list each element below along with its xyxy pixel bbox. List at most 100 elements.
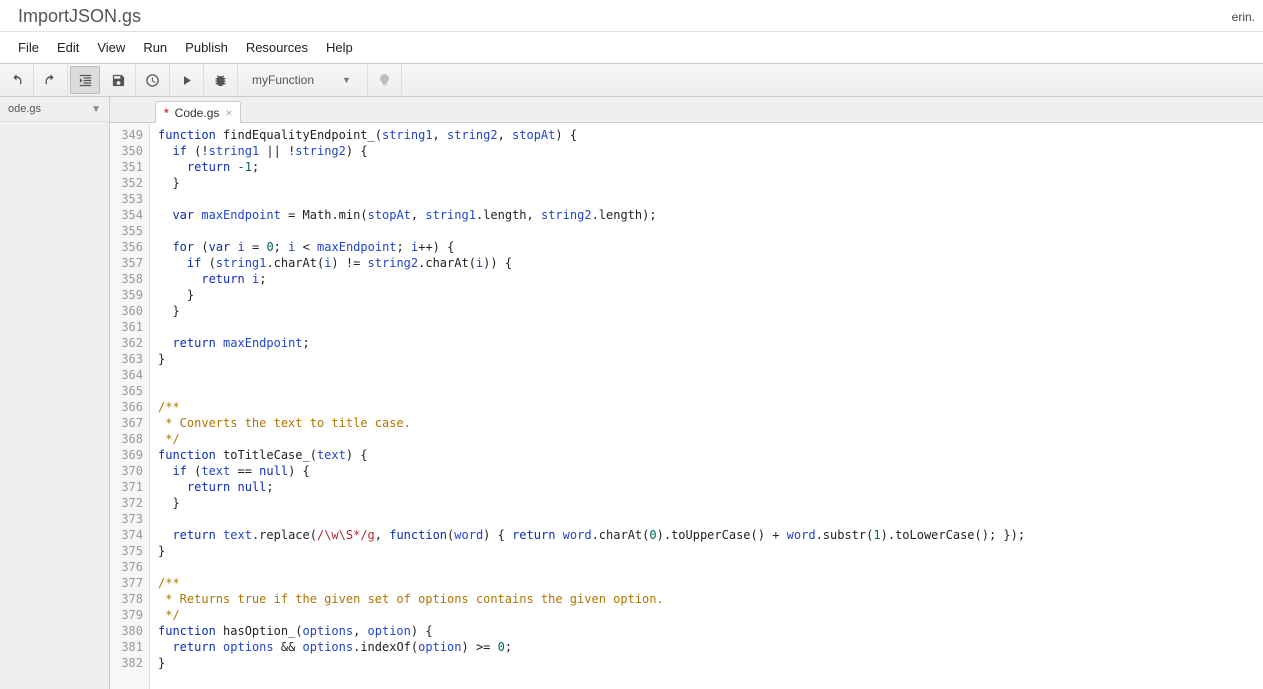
line-number: 381 <box>110 639 143 655</box>
clock-icon <box>145 73 160 88</box>
function-select-label: myFunction <box>252 73 314 87</box>
tab-label: Code.gs <box>175 106 220 120</box>
code-line[interactable]: } <box>158 351 1263 367</box>
save-button[interactable] <box>102 64 136 96</box>
code-line[interactable] <box>158 559 1263 575</box>
line-number: 366 <box>110 399 143 415</box>
code-line[interactable]: if (text == null) { <box>158 463 1263 479</box>
line-number: 349 <box>110 127 143 143</box>
triggers-button[interactable] <box>136 64 170 96</box>
menu-run[interactable]: Run <box>143 40 167 55</box>
toolbar: myFunction ▼ <box>0 63 1263 97</box>
code-line[interactable]: */ <box>158 431 1263 447</box>
run-button[interactable] <box>170 64 204 96</box>
redo-button[interactable] <box>34 64 68 96</box>
code-line[interactable]: if (string1.charAt(i) != string2.charAt(… <box>158 255 1263 271</box>
line-number: 372 <box>110 495 143 511</box>
line-number: 375 <box>110 543 143 559</box>
project-title: ImportJSON.gs <box>18 6 141 27</box>
line-number: 370 <box>110 463 143 479</box>
indent-button[interactable] <box>70 66 100 94</box>
line-number: 376 <box>110 559 143 575</box>
code-line[interactable] <box>158 319 1263 335</box>
undo-icon <box>9 73 24 88</box>
line-number: 357 <box>110 255 143 271</box>
code-line[interactable]: /** <box>158 575 1263 591</box>
line-number: 373 <box>110 511 143 527</box>
code-line[interactable]: } <box>158 655 1263 671</box>
line-number: 352 <box>110 175 143 191</box>
line-number: 361 <box>110 319 143 335</box>
code-line[interactable] <box>158 191 1263 207</box>
function-select[interactable]: myFunction ▼ <box>238 64 368 96</box>
line-number: 367 <box>110 415 143 431</box>
code-line[interactable]: return i; <box>158 271 1263 287</box>
code-line[interactable]: var maxEndpoint = Math.min(stopAt, strin… <box>158 207 1263 223</box>
line-number: 350 <box>110 143 143 159</box>
code-line[interactable] <box>158 367 1263 383</box>
close-icon[interactable]: × <box>225 106 232 120</box>
code-line[interactable]: } <box>158 495 1263 511</box>
line-number: 377 <box>110 575 143 591</box>
code-line[interactable]: */ <box>158 607 1263 623</box>
line-number: 364 <box>110 367 143 383</box>
menu-publish[interactable]: Publish <box>185 40 228 55</box>
menu-view[interactable]: View <box>97 40 125 55</box>
line-number: 363 <box>110 351 143 367</box>
code-line[interactable] <box>158 511 1263 527</box>
line-number: 365 <box>110 383 143 399</box>
code-line[interactable]: return maxEndpoint; <box>158 335 1263 351</box>
chevron-down-icon: ▼ <box>91 104 101 115</box>
code-line[interactable] <box>158 383 1263 399</box>
code-line[interactable]: } <box>158 543 1263 559</box>
code-editor[interactable]: 3493503513523533543553563573583593603613… <box>110 123 1263 689</box>
line-number: 351 <box>110 159 143 175</box>
menu-resources[interactable]: Resources <box>246 40 308 55</box>
undo-button[interactable] <box>0 64 34 96</box>
code-line[interactable]: /** <box>158 399 1263 415</box>
play-icon <box>179 73 194 88</box>
bug-icon <box>213 73 228 88</box>
code-line[interactable]: return options && options.indexOf(option… <box>158 639 1263 655</box>
user-label: erin. <box>1232 10 1255 24</box>
tips-button[interactable] <box>368 64 402 96</box>
line-number: 382 <box>110 655 143 671</box>
line-number: 359 <box>110 287 143 303</box>
line-number: 358 <box>110 271 143 287</box>
code-line[interactable]: } <box>158 175 1263 191</box>
code-line[interactable]: function hasOption_(options, option) { <box>158 623 1263 639</box>
code-line[interactable]: return text.replace(/\w\S*/g, function(w… <box>158 527 1263 543</box>
line-gutter: 3493503513523533543553563573583593603613… <box>110 123 150 689</box>
line-number: 360 <box>110 303 143 319</box>
code-line[interactable]: for (var i = 0; i < maxEndpoint; i++) { <box>158 239 1263 255</box>
code-line[interactable] <box>158 223 1263 239</box>
menu-help[interactable]: Help <box>326 40 353 55</box>
code-content[interactable]: function findEqualityEndpoint_(string1, … <box>150 123 1263 689</box>
line-number: 374 <box>110 527 143 543</box>
code-line[interactable]: if (!string1 || !string2) { <box>158 143 1263 159</box>
code-line[interactable]: function findEqualityEndpoint_(string1, … <box>158 127 1263 143</box>
redo-icon <box>43 73 58 88</box>
sidebar-file-label: ode.gs <box>8 103 41 115</box>
main-area: ode.gs ▼ * Code.gs × 3493503513523533543… <box>0 97 1263 689</box>
debug-button[interactable] <box>204 64 238 96</box>
menu-edit[interactable]: Edit <box>57 40 79 55</box>
sidebar-file-item[interactable]: ode.gs ▼ <box>0 97 109 122</box>
tab-modified-indicator: * <box>164 106 169 120</box>
line-number: 378 <box>110 591 143 607</box>
line-number: 354 <box>110 207 143 223</box>
code-line[interactable]: return -1; <box>158 159 1263 175</box>
menu-bar: File Edit View Run Publish Resources Hel… <box>0 32 1263 63</box>
line-number: 369 <box>110 447 143 463</box>
indent-icon <box>78 73 93 88</box>
code-line[interactable]: function toTitleCase_(text) { <box>158 447 1263 463</box>
menu-file[interactable]: File <box>18 40 39 55</box>
tab-code[interactable]: * Code.gs × <box>155 101 241 123</box>
code-line[interactable]: } <box>158 303 1263 319</box>
code-line[interactable]: return null; <box>158 479 1263 495</box>
line-number: 379 <box>110 607 143 623</box>
code-line[interactable]: } <box>158 287 1263 303</box>
code-line[interactable]: * Returns true if the given set of optio… <box>158 591 1263 607</box>
line-number: 355 <box>110 223 143 239</box>
code-line[interactable]: * Converts the text to title case. <box>158 415 1263 431</box>
